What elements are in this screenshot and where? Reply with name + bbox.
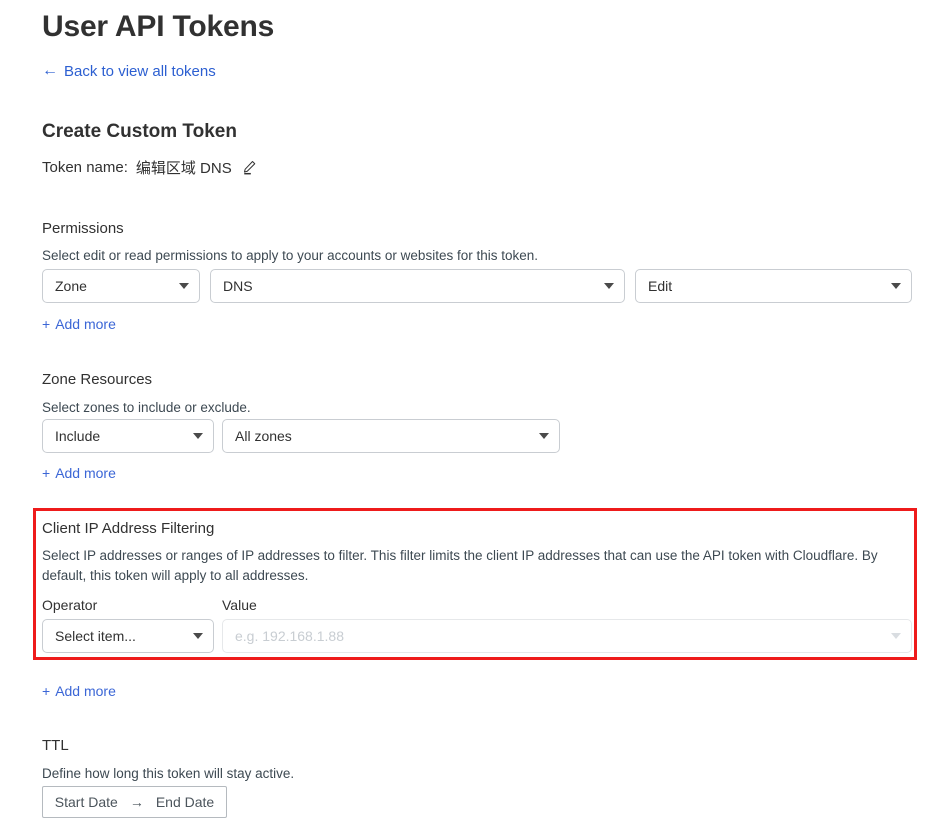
- ip-operator-select[interactable]: Select item...: [42, 619, 214, 653]
- ip-value-placeholder: e.g. 192.168.1.88: [235, 628, 344, 644]
- plus-icon: +: [42, 466, 50, 480]
- create-custom-token-heading: Create Custom Token: [42, 121, 237, 143]
- permissions-description: Select edit or read permissions to apply…: [42, 246, 742, 266]
- chevron-down-icon: [539, 433, 549, 439]
- chevron-down-icon: [193, 433, 203, 439]
- zone-target-select[interactable]: All zones: [222, 419, 560, 453]
- ttl-date-range-picker[interactable]: Start Date → End Date: [42, 786, 227, 818]
- chevron-down-icon: [193, 633, 203, 639]
- zone-mode-value: Include: [55, 428, 100, 444]
- token-name-value: 编辑区域 DNS: [136, 157, 232, 178]
- client-ip-filtering-description: Select IP addresses or ranges of IP addr…: [42, 546, 902, 585]
- permissions-add-more-button[interactable]: + Add more: [42, 316, 116, 332]
- permission-scope-value: Zone: [55, 278, 87, 294]
- back-to-tokens-link[interactable]: ← Back to view all tokens: [42, 63, 216, 79]
- plus-icon: +: [42, 684, 50, 698]
- value-label: Value: [222, 597, 257, 613]
- pencil-icon[interactable]: [242, 160, 257, 175]
- ttl-description: Define how long this token will stay act…: [42, 764, 542, 784]
- operator-label: Operator: [42, 597, 97, 613]
- page-title: User API Tokens: [42, 10, 274, 44]
- permissions-add-more-label: Add more: [55, 316, 116, 332]
- ip-value-input[interactable]: e.g. 192.168.1.88: [222, 619, 912, 653]
- chevron-down-icon: [604, 283, 614, 289]
- permission-group-select[interactable]: DNS: [210, 269, 625, 303]
- client-ip-filtering-label: Client IP Address Filtering: [42, 520, 214, 537]
- permission-level-value: Edit: [648, 278, 672, 294]
- zone-resources-description: Select zones to include or exclude.: [42, 398, 642, 418]
- token-name-label: Token name:: [42, 159, 128, 176]
- ip-operator-value: Select item...: [55, 628, 136, 644]
- back-to-tokens-label: Back to view all tokens: [64, 64, 216, 79]
- permission-scope-select[interactable]: Zone: [42, 269, 200, 303]
- client-ip-add-more-label: Add more: [55, 683, 116, 699]
- permission-level-select[interactable]: Edit: [635, 269, 912, 303]
- zone-resources-add-more-button[interactable]: + Add more: [42, 465, 116, 481]
- plus-icon: +: [42, 317, 50, 331]
- permission-group-value: DNS: [223, 278, 253, 294]
- ttl-label: TTL: [42, 737, 69, 754]
- ttl-end-date: End Date: [156, 794, 214, 810]
- chevron-down-icon: [891, 283, 901, 289]
- zone-target-value: All zones: [235, 428, 292, 444]
- arrow-left-icon: ←: [42, 63, 58, 79]
- ttl-start-date: Start Date: [55, 794, 118, 810]
- client-ip-add-more-button[interactable]: + Add more: [42, 683, 116, 699]
- arrow-right-icon: →: [130, 795, 144, 809]
- permissions-label: Permissions: [42, 220, 124, 237]
- zone-mode-select[interactable]: Include: [42, 419, 214, 453]
- zone-resources-label: Zone Resources: [42, 371, 152, 388]
- token-name-row: Token name: 编辑区域 DNS: [42, 157, 257, 178]
- chevron-down-icon: [891, 633, 901, 639]
- zone-resources-add-more-label: Add more: [55, 465, 116, 481]
- chevron-down-icon: [179, 283, 189, 289]
